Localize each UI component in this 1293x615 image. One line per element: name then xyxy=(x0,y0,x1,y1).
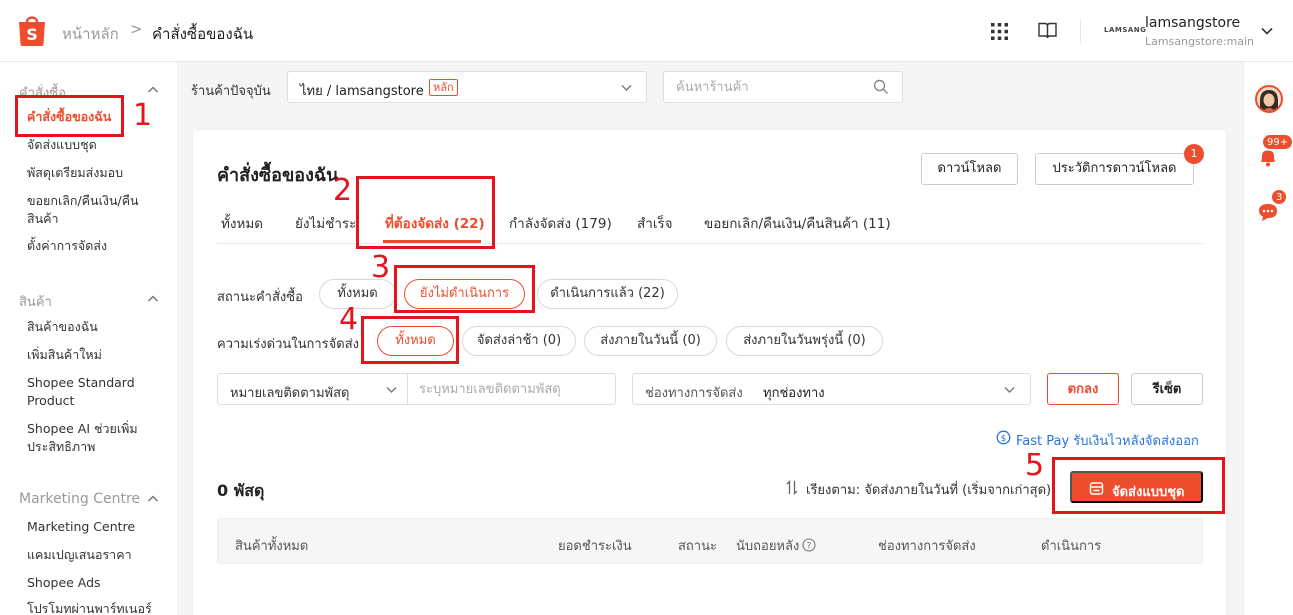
annotation-number-1: 1 xyxy=(133,98,153,133)
col-products: สินค้าทั้งหมด xyxy=(235,539,309,554)
search-icon[interactable] xyxy=(873,79,889,95)
chevron-up-icon[interactable] xyxy=(147,293,159,305)
annotation-number-3: 3 xyxy=(371,250,391,285)
urgency-tomorrow-pill[interactable]: ส่งภายในวันพรุ่งนี้ (0) xyxy=(726,326,883,356)
sidebar-item-add-product[interactable]: เพิ่มสินค้าใหม่ xyxy=(27,346,167,364)
breadcrumb-current: คำสั่งซื้อของฉัน xyxy=(152,25,254,43)
store-account: Lamsangstore:main xyxy=(1145,35,1255,48)
sidebar-section-marketing[interactable]: Marketing Centre xyxy=(19,491,140,507)
annotation-number-5: 5 xyxy=(1025,448,1045,483)
sidebar-item-shipping-settings[interactable]: ตั้งค่าการจัดส่ง xyxy=(27,237,167,255)
sidebar-section-products[interactable]: สินค้า xyxy=(19,291,52,312)
sidebar-item-mass-ship[interactable]: จัดส่งแบบชุด xyxy=(27,136,167,154)
notification-badge: 99+ xyxy=(1262,134,1293,150)
reset-button[interactable]: รีเซ็ต xyxy=(1131,373,1203,405)
svg-text:S: S xyxy=(26,25,38,44)
avatar[interactable] xyxy=(1255,85,1283,113)
header-divider xyxy=(1080,19,1081,43)
annotation-box-3 xyxy=(394,265,535,313)
annotation-box-1 xyxy=(15,95,124,137)
tab-completed[interactable]: สำเร็จ xyxy=(637,212,673,234)
download-history-badge: 1 xyxy=(1184,144,1204,164)
tab-unpaid[interactable]: ยังไม่ชำระ xyxy=(295,212,356,234)
top-bar: S หน้าหลัก > คำสั่งซื้อของฉัน LAMSANG la… xyxy=(0,0,1293,62)
col-countdown: นับถอยหลัง xyxy=(736,539,800,554)
annotation-box-4 xyxy=(361,316,459,364)
sidebar-item-standard-product[interactable]: Shopee Standard Product xyxy=(27,374,152,410)
book-icon[interactable] xyxy=(1038,22,1057,39)
main-shop-tag: หลัก xyxy=(429,79,458,96)
orders-table-header: สินค้าทั้งหมด ยอดชำระเงิน สถานะ นับถอยหล… xyxy=(217,518,1203,564)
shop-select-value: ไทย / lamsangstore xyxy=(300,84,424,99)
urgency-label: ความเร่งด่วนในการจัดส่ง xyxy=(217,337,359,352)
annotation-number-2: 2 xyxy=(333,173,353,208)
page-title: คำสั่งซื้อของฉัน xyxy=(217,165,339,186)
store-name[interactable]: lamsangstore xyxy=(1145,15,1240,31)
field-divider xyxy=(407,374,408,404)
search-type-select[interactable]: หมายเลขติดตามพัสดุ xyxy=(230,382,350,403)
urgency-late-pill[interactable]: จัดส่งล่าช้า (0) xyxy=(462,326,576,356)
sidebar-item-marketing-centre[interactable]: Marketing Centre xyxy=(27,518,167,536)
shop-select[interactable]: ไทย / lamsangstore หลัก xyxy=(287,71,647,103)
sidebar-item-affiliate[interactable]: โปรโมทผ่านพาร์ทเนอร์ xyxy=(27,600,167,615)
col-countdown-wrap: นับถอยหลัง? xyxy=(736,535,816,556)
svg-text:?: ? xyxy=(807,542,812,552)
chevron-down-icon[interactable] xyxy=(1260,24,1274,38)
urgency-today-pill[interactable]: ส่งภายในวันนี้ (0) xyxy=(584,326,717,356)
shipping-channel-value: ทุกช่องทาง xyxy=(763,386,825,401)
annotation-number-4: 4 xyxy=(339,302,359,337)
col-status: สถานะ xyxy=(678,539,717,554)
chat-badge: 3 xyxy=(1271,189,1288,205)
store-logo: LAMSANG xyxy=(1104,26,1147,34)
breadcrumb-separator: > xyxy=(130,20,143,38)
shipping-channel-label: ช่องทางการจัดส่ง xyxy=(645,386,743,401)
right-toolbar: 99+ 3 xyxy=(1243,62,1293,615)
tab-return-refund[interactable]: ขอยกเลิก/คืนเงิน/คืนสินค้า (11) xyxy=(704,212,891,234)
tab-shipping[interactable]: กำลังจัดส่ง (179) xyxy=(509,212,612,234)
shopee-logo-icon[interactable]: S xyxy=(18,13,46,46)
status-processed-pill[interactable]: ดำเนินการแล้ว (22) xyxy=(537,279,678,309)
download-button[interactable]: ดาวน์โหลด xyxy=(921,153,1018,185)
col-actions: ดำเนินการ xyxy=(1041,539,1102,554)
order-status-label: สถานะคำสั่งซื้อ xyxy=(217,290,303,305)
tab-all[interactable]: ทั้งหมด xyxy=(221,212,263,234)
current-shop-label: ร้านค้าปัจจุบัน xyxy=(191,84,271,99)
shop-search-input[interactable] xyxy=(663,71,903,103)
sidebar-item-bidding-campaign[interactable]: แคมเปญเสนอราคา xyxy=(27,546,167,564)
breadcrumb-home[interactable]: หน้าหลัก xyxy=(62,22,119,46)
annotation-box-2 xyxy=(356,176,495,249)
tracking-search-group: หมายเลขติดตามพัสดุ xyxy=(217,373,616,405)
sidebar-item-handover[interactable]: พัสดุเตรียมส่งมอบ xyxy=(27,164,167,182)
tracking-number-input[interactable] xyxy=(409,375,609,403)
sidebar-item-shopee-ai[interactable]: Shopee AI ช่วยเพิ่มประสิทธิภาพ xyxy=(27,420,152,456)
chevron-up-icon[interactable] xyxy=(147,493,159,505)
sidebar-item-returns[interactable]: ขอยกเลิก/คืนเงิน/คืนสินค้า xyxy=(27,192,147,228)
chevron-up-icon[interactable] xyxy=(147,84,159,96)
download-history-button[interactable]: ประวัติการดาวน์โหลด xyxy=(1035,153,1194,185)
avatar-face-icon xyxy=(1260,90,1278,111)
shipping-channel-select[interactable]: ช่องทางการจัดส่ง ทุกช่องทาง xyxy=(632,373,1031,405)
svg-text:$: $ xyxy=(1001,434,1007,444)
annotation-box-5 xyxy=(1052,457,1225,514)
col-payment: ยอดชำระเงิน xyxy=(558,539,632,554)
col-shipping-channel: ช่องทางการจัดส่ง xyxy=(878,539,976,554)
apply-button[interactable]: ตกลง xyxy=(1047,373,1119,405)
sort-icon[interactable] xyxy=(786,480,798,495)
fastpay-coin-icon[interactable]: $ xyxy=(996,430,1011,445)
sort-selector[interactable]: เรียงตาม: จัดส่งภายในวันที่ (เริ่มจากเก่… xyxy=(806,479,1051,500)
help-icon[interactable]: ? xyxy=(802,538,816,552)
apps-grid-icon[interactable] xyxy=(991,23,1008,40)
chevron-down-icon[interactable] xyxy=(1003,383,1016,396)
sidebar-item-shopee-ads[interactable]: Shopee Ads xyxy=(27,574,167,592)
parcel-count: 0 พัสดุ xyxy=(217,481,265,500)
chevron-down-icon[interactable] xyxy=(385,383,398,396)
chevron-down-icon[interactable] xyxy=(620,81,633,94)
sidebar-item-my-products[interactable]: สินค้าของฉัน xyxy=(27,318,167,336)
